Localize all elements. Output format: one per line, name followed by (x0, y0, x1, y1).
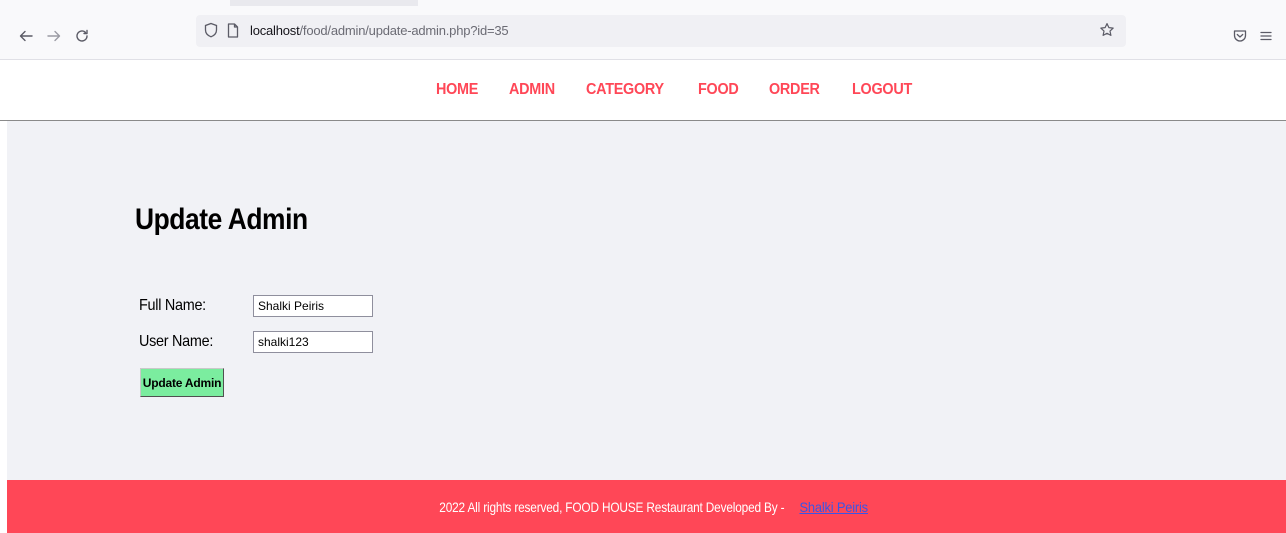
footer-copyright: 2022 All rights reserved, FOOD HOUSE Res… (439, 498, 785, 515)
url-host: localhost (250, 23, 300, 38)
reload-icon[interactable] (72, 26, 92, 46)
nav-link-category[interactable]: CATEGORY (586, 81, 664, 99)
user-name-label: User Name: (139, 333, 214, 350)
nav-link-order[interactable]: ORDER (769, 81, 820, 99)
url-text[interactable]: localhost/food/admin/update-admin.php?id… (250, 23, 509, 38)
nav-link-admin[interactable]: ADMIN (509, 81, 555, 99)
browser-toolbar: localhost/food/admin/update-admin.php?id… (0, 0, 1286, 60)
pocket-icon[interactable] (1230, 26, 1250, 46)
nav-menu: HOME ADMIN CATEGORY FOOD ORDER LOGOUT (436, 81, 918, 99)
full-name-label: Full Name: (139, 297, 206, 314)
page-icon[interactable] (224, 21, 242, 39)
footer-author-link[interactable]: Shalki Peiris (800, 499, 869, 515)
nav-link-food[interactable]: FOOD (698, 81, 739, 99)
address-bar[interactable]: localhost/food/admin/update-admin.php?id… (196, 15, 1126, 47)
active-tab-edge[interactable] (230, 0, 418, 6)
nav-link-home[interactable]: HOME (436, 81, 478, 99)
tracking-shield-icon[interactable] (202, 21, 220, 39)
full-name-input[interactable] (253, 295, 373, 317)
site-nav-bar: HOME ADMIN CATEGORY FOOD ORDER LOGOUT (0, 61, 1286, 121)
nav-link-logout[interactable]: LOGOUT (852, 81, 912, 99)
url-path: /food/admin/update-admin.php?id=35 (299, 23, 509, 38)
bookmark-star-icon[interactable] (1098, 21, 1116, 39)
main-content: Update Admin Full Name: User Name: Updat… (7, 121, 1286, 480)
page-title: Update Admin (135, 203, 308, 236)
update-admin-button[interactable]: Update Admin (140, 368, 224, 397)
hamburger-menu-icon[interactable] (1256, 26, 1276, 46)
back-arrow-icon[interactable] (16, 26, 36, 46)
forward-arrow-icon[interactable] (44, 26, 64, 46)
site-footer: 2022 All rights reserved, FOOD HOUSE Res… (7, 480, 1286, 533)
footer-text: 2022 All rights reserved, FOOD HOUSE Res… (425, 499, 869, 515)
user-name-input[interactable] (253, 331, 373, 353)
